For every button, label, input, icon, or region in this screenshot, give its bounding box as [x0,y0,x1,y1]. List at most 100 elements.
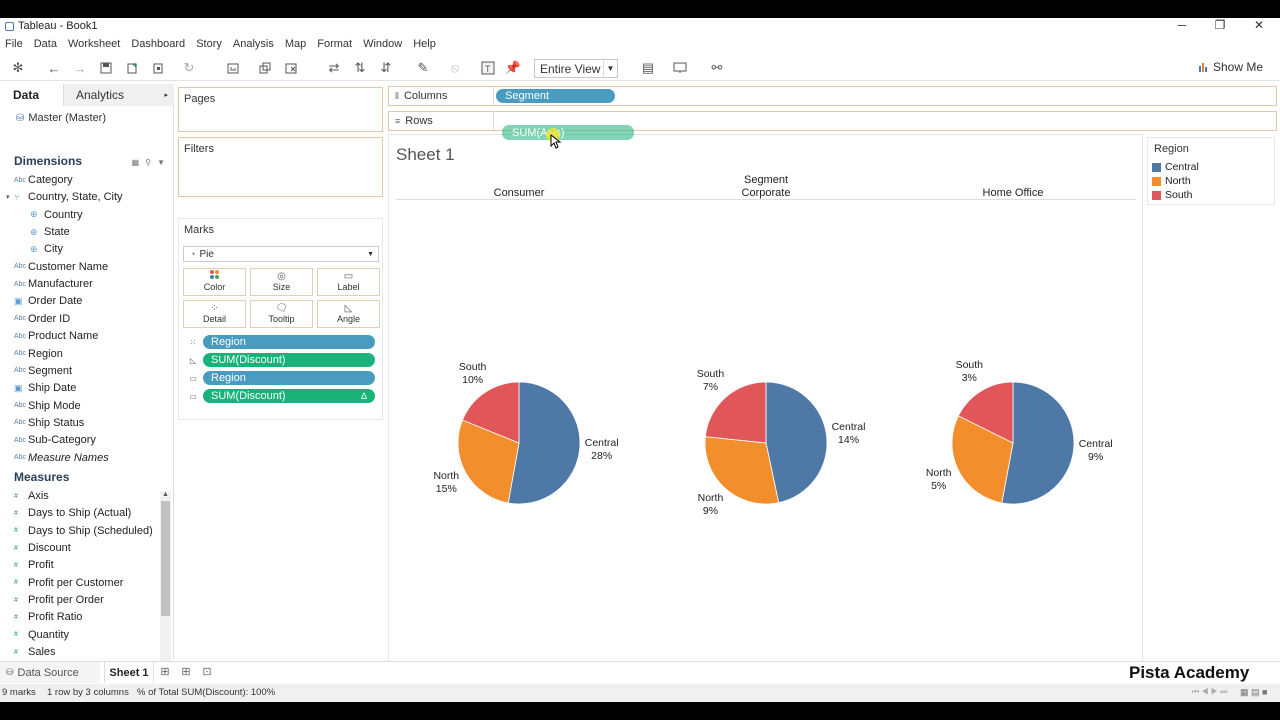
dimension-measure-names[interactable]: Abc Measure Names [14,450,109,466]
color-legend[interactable]: Region Central North South [1147,137,1275,205]
measure-profit-per-order[interactable]: # Profit per Order [14,592,104,608]
group-members-icon[interactable]: ⦸ [447,60,463,76]
worksheet-view[interactable]: Sheet 1 Segment Consumer Corporate Home … [388,134,1143,670]
new-worksheet-icon[interactable] [225,60,241,76]
redo-icon[interactable]: → [72,60,88,76]
discount-label-pill[interactable]: SUM(Discount) Δ [203,389,375,403]
dimension-category[interactable]: Abc Category [14,172,73,188]
measure-days-to-ship-actual[interactable]: # Days to Ship (Actual) [14,505,131,521]
show-mark-labels-icon[interactable]: T [480,60,496,76]
discount-angle-pill[interactable]: SUM(Discount) [203,353,375,367]
new-worksheet-icon[interactable]: ⊞ [158,665,172,679]
menu-file[interactable]: File [0,38,29,50]
show-me-button[interactable]: Show Me [1198,60,1263,74]
new-data-source-icon[interactable] [124,60,140,76]
undo-icon[interactable]: ← [46,60,62,76]
measure-sales[interactable]: # Sales [14,644,56,660]
menu-story[interactable]: Story [191,38,228,50]
fix-axes-icon[interactable]: 📌 [505,60,521,76]
dimension-city[interactable]: ⊕ City [30,241,63,257]
sort-descending-icon[interactable]: ⇵ [378,60,394,76]
fit-dropdown[interactable]: Entire View ▼ [534,59,618,78]
filters-shelf[interactable]: Filters [178,137,383,197]
measure-profit-ratio[interactable]: # Profit Ratio [14,609,82,625]
tableau-home-icon[interactable]: ✻ [10,60,26,76]
search-icon[interactable]: ⚲ [145,158,151,167]
dimension-sub-category[interactable]: Abc Sub-Category [14,432,96,448]
close-button[interactable]: ✕ [1244,18,1274,32]
grid-view-icon[interactable]: ▦ [132,158,140,167]
region-color-pill[interactable]: Region [203,335,375,349]
menu-dashboard[interactable]: Dashboard [126,38,191,50]
measure-discount[interactable]: # Discount [14,540,71,556]
dimension-order-id[interactable]: Abc Order ID [14,311,70,327]
menu-window[interactable]: Window [358,38,408,50]
detail-button[interactable]: ⁘ Detail [183,300,246,328]
dimension-state[interactable]: ⊕ State [30,224,70,240]
new-story-icon[interactable]: ⊡ [200,665,214,679]
menu-map[interactable]: Map [280,38,312,50]
tab-data[interactable]: Data [0,84,63,106]
swap-rows-columns-icon[interactable]: ⇄ [326,60,342,76]
dimension-order-date[interactable]: ▣ Order Date [14,293,82,309]
restore-button[interactable]: ❐ [1205,18,1235,32]
dimension-country[interactable]: ⊕ Country [30,207,83,223]
sheet-tab-sheet1[interactable]: Sheet 1 [104,662,154,683]
legend-item-central[interactable]: Central [1152,161,1199,173]
menu-data[interactable]: Data [29,38,63,50]
new-dashboard-icon[interactable]: ⊞ [179,665,193,679]
measure-profit[interactable]: # Profit [14,557,54,573]
size-button[interactable]: ◎ Size [250,268,313,296]
sheet-nav-icons[interactable]: ⏮ ◀ ▶ ⏭ [1192,687,1227,697]
sort-ascending-icon[interactable]: ⇅ [352,60,368,76]
expand-icon[interactable]: ▾ [6,193,10,201]
dimension-manufacturer[interactable]: Abc Manufacturer [14,276,93,292]
dimension-country-state-city[interactable]: ⑂ Country, State, City [14,189,123,205]
mark-type-dropdown[interactable]: ◔ Pie ▼ [183,246,379,262]
menu-analysis[interactable]: Analysis [228,38,280,50]
legend-item-north[interactable]: North [1152,175,1191,187]
dimension-ship-mode[interactable]: Abc Ship Mode [14,398,81,414]
highlight-icon[interactable]: ✎ [415,60,431,76]
measure-profit-per-customer[interactable]: # Profit per Customer [14,575,123,591]
scroll-thumb[interactable] [161,501,170,616]
dimension-ship-date[interactable]: ▣ Ship Date [14,380,76,396]
refresh-icon[interactable]: ↻ [181,60,197,76]
save-icon[interactable] [98,60,114,76]
menu-worksheet[interactable]: Worksheet [63,38,126,50]
region-label-pill[interactable]: Region [203,371,375,385]
clear-sheet-icon[interactable] [283,60,299,76]
duplicate-icon[interactable] [257,60,273,76]
angle-button[interactable]: ◺ Angle [317,300,380,328]
color-button[interactable]: Color [183,268,246,296]
pause-updates-icon[interactable] [150,60,166,76]
dimension-product-name[interactable]: Abc Product Name [14,328,98,344]
pages-shelf[interactable]: Pages [178,87,383,132]
columns-shelf[interactable]: ⦀ Columns Segment [388,86,1277,106]
measures-scrollbar[interactable]: ▲ ▼ [160,491,171,677]
measure-axis[interactable]: # Axis [14,488,49,504]
tooltip-button[interactable]: 🗨 Tooltip [250,300,313,328]
measure-days-to-ship-scheduled[interactable]: # Days to Ship (Scheduled) [14,523,153,539]
segment-column-pill[interactable]: Segment [496,89,615,103]
dimension-ship-status[interactable]: Abc Ship Status [14,415,84,431]
show-cards-icon[interactable]: ▤ [640,60,656,76]
dimension-customer-name[interactable]: Abc Customer Name [14,259,108,275]
data-source-item[interactable]: ⛁ Master (Master) [16,112,106,124]
minimize-button[interactable]: ─ [1167,18,1197,32]
scroll-up-icon[interactable]: ▲ [160,491,171,498]
presentation-mode-icon[interactable] [672,60,688,76]
chevron-down-icon[interactable]: ▼ [157,158,165,167]
dimension-region[interactable]: Abc Region [14,346,63,362]
measure-quantity[interactable]: # Quantity [14,627,69,643]
view-mode-icons[interactable]: ▦ ▤ ■ [1240,687,1267,698]
tab-analytics[interactable]: Analytics ▸ [63,84,174,106]
data-source-tab[interactable]: ⛁ Data Source [0,662,100,683]
menu-format[interactable]: Format [312,38,358,50]
share-icon[interactable]: ⚯ [709,60,725,76]
dimension-segment[interactable]: Abc Segment [14,363,72,379]
dragging-pill[interactable]: SUM(Axis) [502,125,634,140]
label-button[interactable]: ▭ Label [317,268,380,296]
menu-help[interactable]: Help [408,38,442,50]
legend-item-south[interactable]: South [1152,189,1192,201]
